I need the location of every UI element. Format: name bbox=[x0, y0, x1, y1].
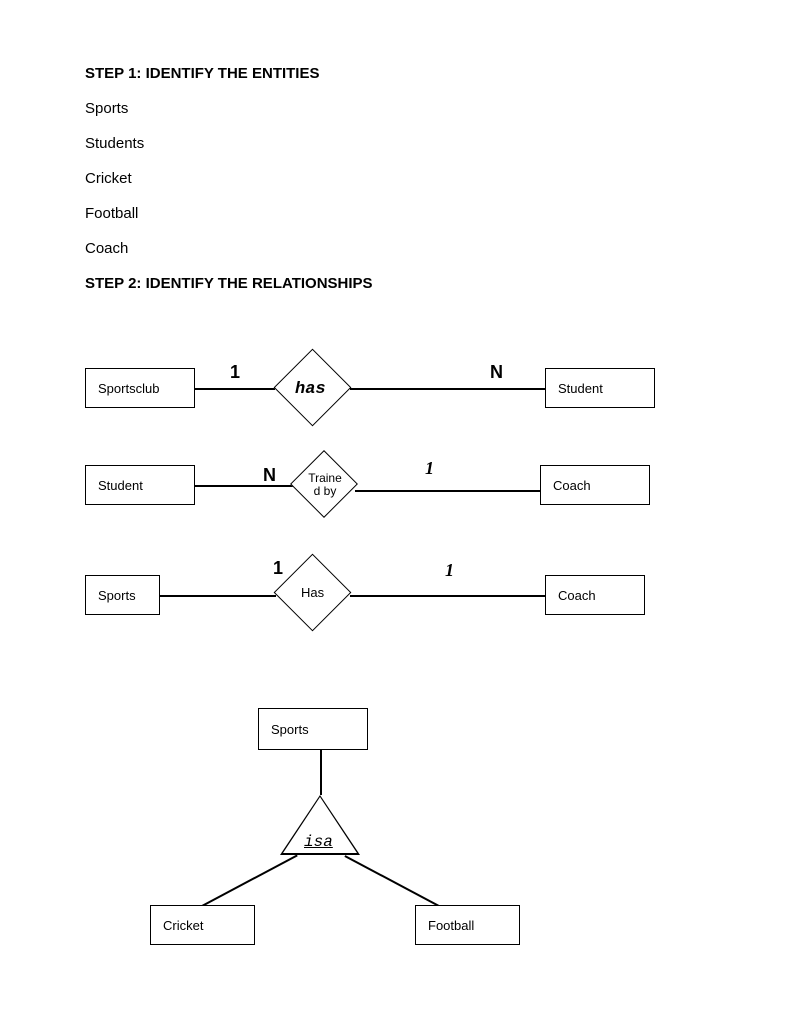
cardinality-label: 1 bbox=[230, 362, 240, 383]
connector-line bbox=[350, 388, 545, 390]
entity-sportsclub: Sportsclub bbox=[85, 368, 195, 408]
entity-label: Student bbox=[98, 478, 143, 493]
entity-sports-parent: Sports bbox=[258, 708, 368, 750]
entity-label: Cricket bbox=[163, 918, 203, 933]
text-section: STEP 1: IDENTIFY THE ENTITIES Sports Stu… bbox=[85, 65, 373, 310]
entity-label: Coach bbox=[558, 588, 596, 603]
step2-title: STEP 2: IDENTIFY THE RELATIONSHIPS bbox=[85, 275, 373, 292]
entity-label: Sportsclub bbox=[98, 381, 159, 396]
entity-football: Football bbox=[415, 905, 520, 945]
connector-line bbox=[320, 750, 322, 795]
cardinality-label: N bbox=[490, 362, 503, 383]
relationship-label: Has bbox=[301, 585, 324, 600]
entity-label: Coach bbox=[553, 478, 591, 493]
entity-label: Sports bbox=[271, 722, 309, 737]
connector-line bbox=[350, 595, 545, 597]
cardinality-label: 1 bbox=[273, 558, 283, 579]
entity-sports: Sports bbox=[85, 575, 160, 615]
entity-coach: Coach bbox=[545, 575, 645, 615]
connector-line bbox=[160, 595, 276, 597]
cardinality-label: N bbox=[263, 465, 276, 486]
relationship-label: has bbox=[295, 380, 326, 399]
connector-line bbox=[195, 485, 295, 487]
entity-student: Student bbox=[85, 465, 195, 505]
connector-line bbox=[200, 854, 298, 907]
entity-label: Sports bbox=[98, 588, 136, 603]
entity-item: Students bbox=[85, 135, 373, 152]
entity-cricket: Cricket bbox=[150, 905, 255, 945]
step1-title: STEP 1: IDENTIFY THE ENTITIES bbox=[85, 65, 373, 82]
entity-item: Cricket bbox=[85, 170, 373, 187]
entity-item: Football bbox=[85, 205, 373, 222]
isa-label: isa bbox=[304, 833, 333, 851]
relationship-label: Traine d by bbox=[305, 472, 345, 498]
cardinality-label: 1 bbox=[445, 560, 454, 581]
entity-coach: Coach bbox=[540, 465, 650, 505]
connector-line bbox=[345, 855, 443, 908]
entity-label: Football bbox=[428, 918, 474, 933]
entity-item: Sports bbox=[85, 100, 373, 117]
connector-line bbox=[355, 490, 540, 492]
entity-label: Student bbox=[558, 381, 603, 396]
connector-line bbox=[195, 388, 275, 390]
entity-item: Coach bbox=[85, 240, 373, 257]
cardinality-label: 1 bbox=[425, 458, 434, 479]
entity-student: Student bbox=[545, 368, 655, 408]
